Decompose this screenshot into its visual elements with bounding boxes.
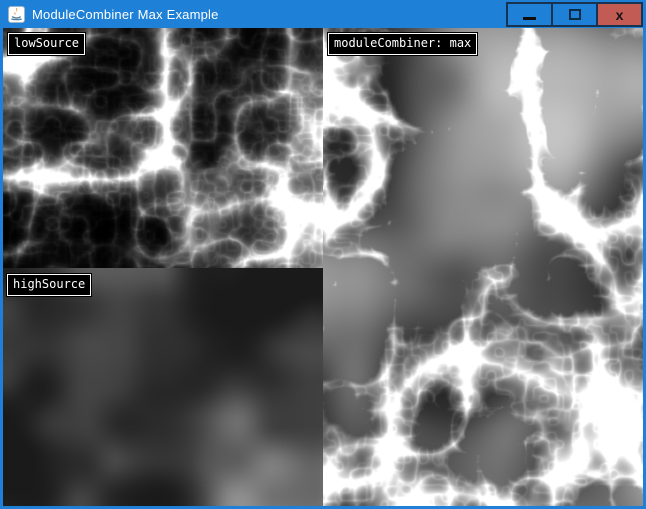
window-title: ModuleCombiner Max Example — [32, 7, 219, 22]
minimize-button[interactable] — [506, 2, 553, 27]
titlebar[interactable]: ModuleCombiner Max Example x — [0, 0, 646, 28]
minimize-icon — [523, 17, 536, 20]
maximize-icon — [569, 9, 581, 20]
highsource-label: highSource — [7, 274, 91, 296]
modulecombiner-noise-image — [323, 28, 643, 506]
app-window: ModuleCombiner Max Example x lowSource m… — [0, 0, 646, 509]
lowsource-label: lowSource — [8, 33, 85, 55]
maximize-button[interactable] — [551, 2, 598, 27]
java-coffee-cup-icon — [8, 6, 25, 23]
lowsource-noise-image — [3, 28, 323, 268]
highsource-noise-image — [3, 268, 323, 506]
modulecombiner-label: moduleCombiner: max — [328, 33, 477, 55]
close-icon: x — [616, 8, 624, 22]
close-button[interactable]: x — [596, 2, 643, 27]
render-area: lowSource moduleCombiner: max highSource — [3, 28, 643, 506]
window-controls: x — [508, 2, 643, 27]
